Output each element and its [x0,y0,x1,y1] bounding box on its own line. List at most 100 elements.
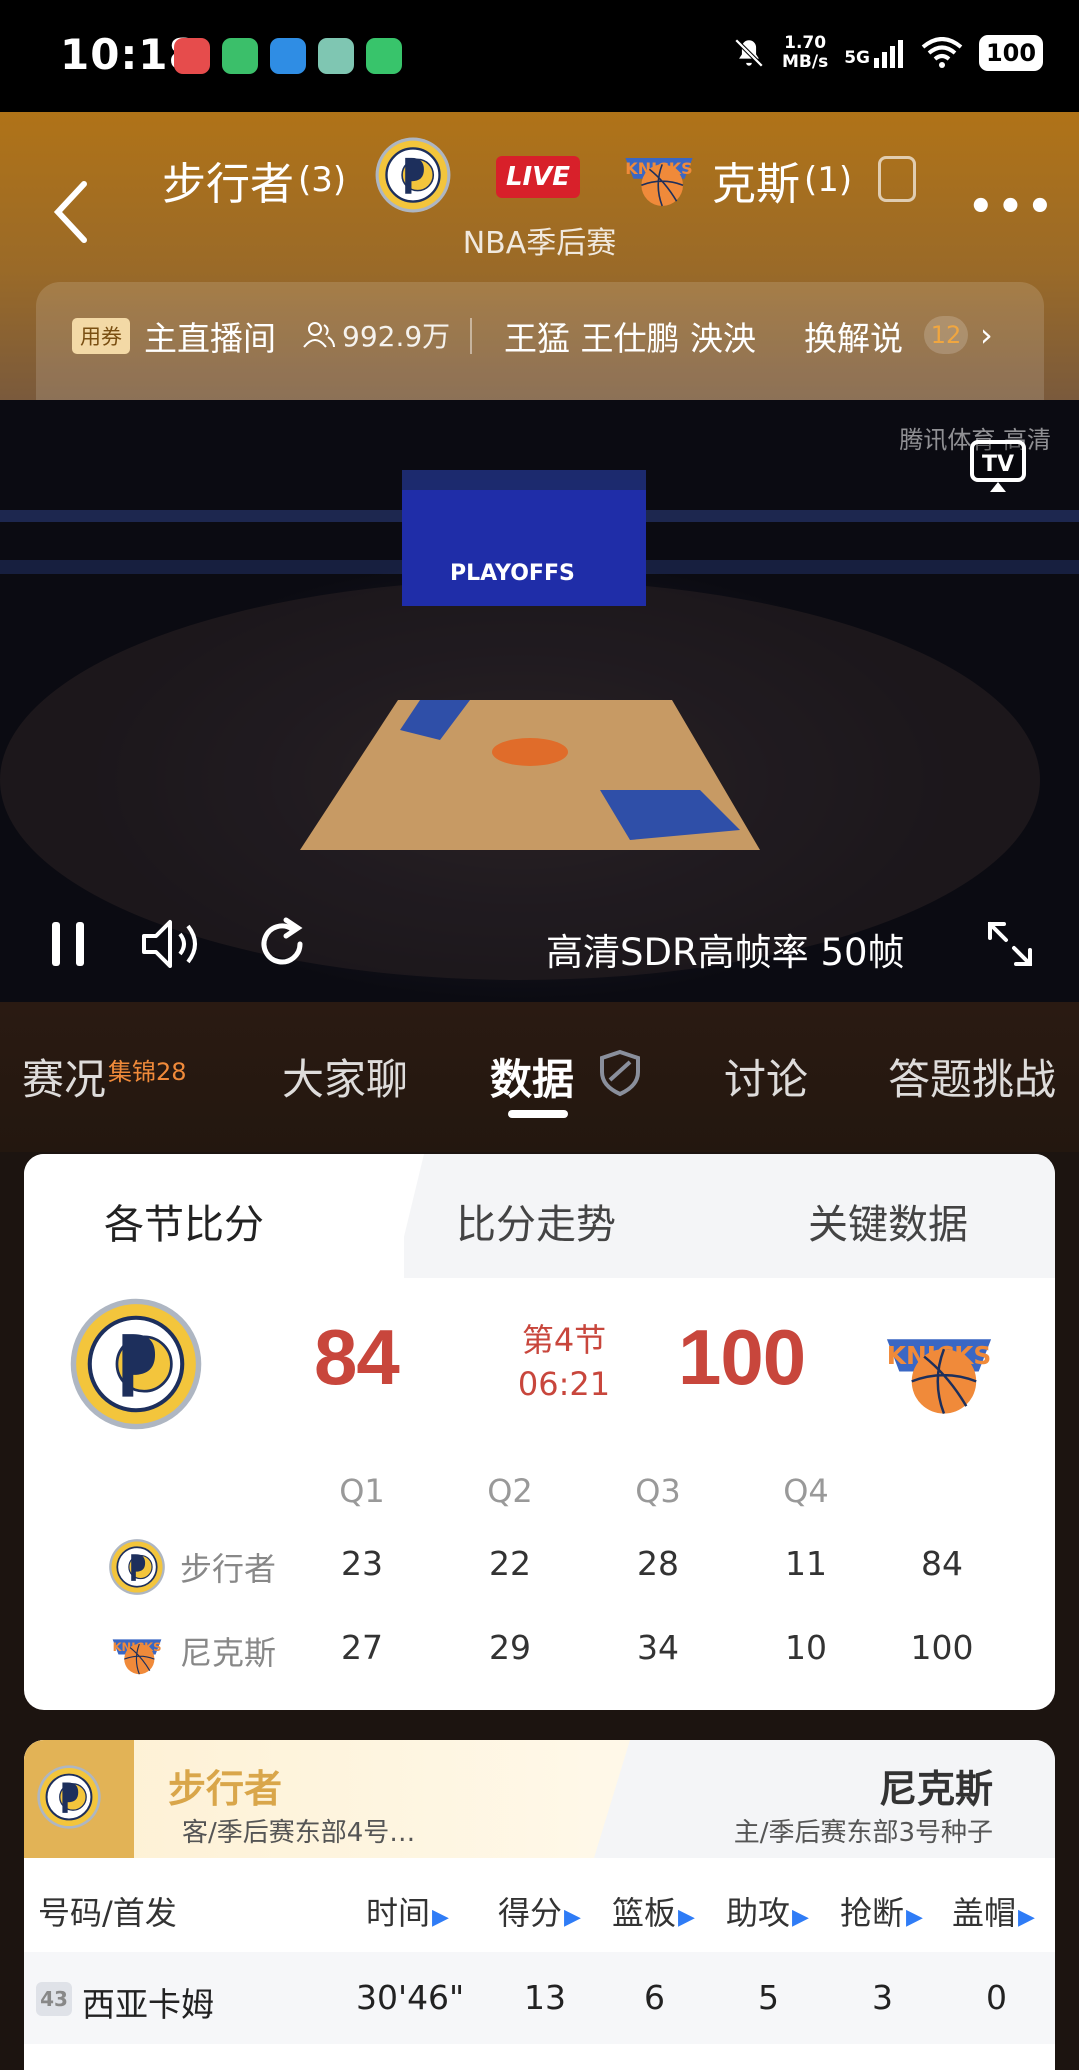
period-clock: 第4节 06:21 [517,1321,611,1403]
svg-text:TV: TV [982,452,1014,477]
mute-bell-icon [734,38,764,68]
main-room-label: 主直播间 [144,319,276,358]
stats-home-name[interactable]: 步行者 [168,1758,282,1813]
tab-discussion[interactable]: 讨论 [724,1046,808,1107]
player-rebounds: 6 [644,1978,665,2017]
video-player[interactable]: PLAYOFFS 腾讯体育 高清 TV 高清SDR高帧率 50帧 [0,400,1079,1002]
network-type: 5G [844,48,870,68]
row-team-name: 尼克斯 [180,1634,277,1672]
quarter-score: 10 [785,1628,827,1667]
stats-home-sub: 客/季后赛东部4号… [182,1818,416,1848]
tab-game-status[interactable]: 赛况集锦28 [22,1046,187,1107]
status-bar: 10:18 1.70 MB/s 5G 100 [0,0,1079,112]
total-score: 100 [910,1628,974,1667]
commentary-count-badge: 12 [924,316,968,354]
column-header-steals[interactable]: 抢断▶ [840,1888,923,1934]
divider [470,318,472,354]
player-stats-card: 步行者 客/季后赛东部4号… 尼克斯 主/季后赛东部3号种子 号码/首发 时间▶… [24,1740,1055,2070]
player-row[interactable]: 43 西亚卡姆 30'46" 13 6 5 3 0 [24,1952,1055,2044]
stats-team-switch: 步行者 客/季后赛东部4号… 尼克斯 主/季后赛东部3号种子 [24,1740,1055,1858]
quarter-score: 34 [637,1628,679,1667]
quality-selector[interactable]: 高清SDR高帧率 50帧 [546,922,905,976]
tab-chat[interactable]: 大家聊 [282,1046,408,1107]
chevron-right-icon[interactable]: › [980,316,993,354]
jersey-number: 43 [36,1982,72,2016]
pacers-logo [36,1764,102,1830]
notification-app-icons [174,38,402,74]
column-header-rebounds[interactable]: 篮板▶ [612,1888,695,1934]
signal-icon [874,40,903,68]
match-header: 步行者 (3) LIVE 克斯 (1) ••• NBA季后赛 用券 主直播间 992… [0,112,1079,400]
quarter-score: 28 [637,1544,679,1583]
column-header-time[interactable]: 时间▶ [366,1888,449,1934]
player-time: 30'46" [356,1978,465,2017]
player-blocks: 0 [986,1978,1007,2017]
player-assists: 5 [758,1978,779,2017]
column-header-points[interactable]: 得分▶ [498,1888,581,1934]
coupon-badge[interactable]: 用券 [72,318,130,354]
row-team-name: 步行者 [180,1550,277,1588]
pause-icon[interactable] [48,918,88,970]
quarter-header: Q4 [783,1472,829,1510]
commentary-bar[interactable]: 用券 主直播间 992.9万 王猛 王仕鹏 泱泱 换解说 12 › [36,282,1044,400]
net-speed: 1.70 MB/s [782,33,829,72]
cast-tv-icon[interactable]: TV [968,436,1028,496]
stats-away-sub: 主/季后赛东部3号种子 [733,1818,993,1848]
phone-app-icon [366,38,402,74]
subtab-score-trend[interactable]: 比分走势 [456,1192,616,1250]
column-header-assists[interactable]: 助攻▶ [726,1888,809,1934]
telegram-app-icon [270,38,306,74]
pacers-logo [374,136,452,214]
swap-icon[interactable] [878,156,916,202]
column-header-blocks[interactable]: 盖帽▶ [952,1888,1035,1934]
battery-indicator: 100 [979,35,1043,71]
score-card: 各节比分 比分走势 关键数据 84 第4节 06:21 100 Q1 Q2 Q3… [24,1154,1055,1710]
douyin-app-icon [174,38,210,74]
away-team-title: 克斯 (1) [712,159,853,210]
fullscreen-icon[interactable] [984,918,1036,970]
quarter-score: 11 [785,1544,827,1583]
knicks-logo [874,1302,1004,1426]
viewer-count: 992.9万 [302,315,450,355]
switch-commentary-button[interactable]: 换解说 [804,312,903,360]
video-app-icon [222,38,258,74]
wifi-icon [921,37,963,68]
player-name[interactable]: 西亚卡姆 [82,1978,214,2026]
volume-icon[interactable] [138,914,208,974]
shield-icon [600,1049,640,1097]
subtab-bar: 各节比分 比分走势 关键数据 [24,1154,1055,1278]
tab-bar: 赛况集锦28 大家聊 数据 讨论 答题挑战 [0,1002,1079,1152]
column-header-number: 号码/首发 [38,1894,177,1932]
total-score: 84 [921,1544,963,1583]
svg-text:PLAYOFFS: PLAYOFFS [450,561,575,586]
player-steals: 3 [872,1978,893,2017]
quarter-score: 22 [489,1544,531,1583]
live-badge: LIVE [496,156,580,198]
tab-data[interactable]: 数据 [490,1046,574,1107]
stats-away-name[interactable]: 尼克斯 [879,1758,993,1813]
pacers-logo [108,1538,166,1596]
home-team-title: 步行者 (3) [162,159,347,210]
users-icon [303,322,335,348]
home-score: 84 [314,1313,400,1401]
competition-subtitle: NBA季后赛 [462,226,617,261]
quarter-header: Q1 [339,1472,385,1510]
quarter-score: 29 [489,1628,531,1667]
knicks-logo [108,1622,166,1680]
quarter-score: 27 [341,1628,383,1667]
player-controls: 高清SDR高帧率 50帧 [0,910,1079,990]
quarter-header: Q3 [635,1472,681,1510]
commentators: 王猛 王仕鹏 泱泱 [504,319,756,358]
pacers-logo [68,1296,204,1432]
wallet-app-icon [318,38,354,74]
knicks-logo [618,134,700,214]
quarter-header: Q2 [487,1472,533,1510]
subtab-key-stats[interactable]: 关键数据 [808,1192,968,1250]
tab-quiz[interactable]: 答题挑战 [888,1046,1056,1107]
player-points: 13 [524,1978,566,2017]
subtab-quarter-scores[interactable]: 各节比分 [104,1192,264,1250]
away-score: 100 [678,1313,806,1401]
quarter-score: 23 [341,1544,383,1583]
refresh-icon[interactable] [252,914,312,974]
active-tab-indicator [508,1110,568,1118]
